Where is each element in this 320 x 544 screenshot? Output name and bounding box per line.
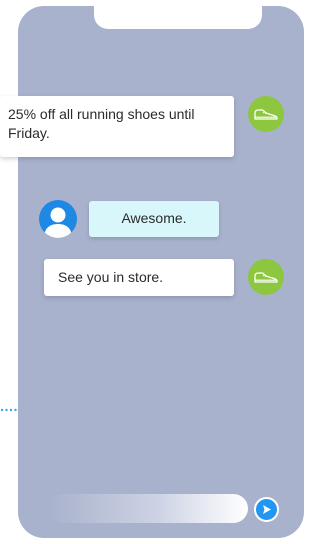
send-button[interactable]	[254, 497, 279, 522]
store-avatar	[248, 259, 284, 295]
message-text: See you in store.	[58, 269, 164, 285]
message-text: 25% off all running shoes until Friday.	[8, 106, 195, 141]
message-input[interactable]	[48, 494, 248, 523]
send-icon	[263, 505, 271, 514]
sneaker-icon	[254, 272, 278, 283]
message-bubble-store: See you in store.	[44, 259, 234, 296]
user-avatar-icon	[44, 207, 72, 238]
dotted-connector	[0, 408, 17, 412]
message-bubble-store: 25% off all running shoes until Friday.	[0, 96, 234, 157]
sneaker-icon	[254, 109, 278, 120]
message-text: Awesome.	[121, 210, 187, 226]
message-bubble-user: Awesome.	[89, 201, 219, 237]
chat-illustration: 25% off all running shoes until Friday. …	[0, 0, 311, 544]
phone-notch	[94, 6, 262, 29]
store-avatar	[248, 96, 284, 132]
user-avatar	[39, 200, 77, 238]
